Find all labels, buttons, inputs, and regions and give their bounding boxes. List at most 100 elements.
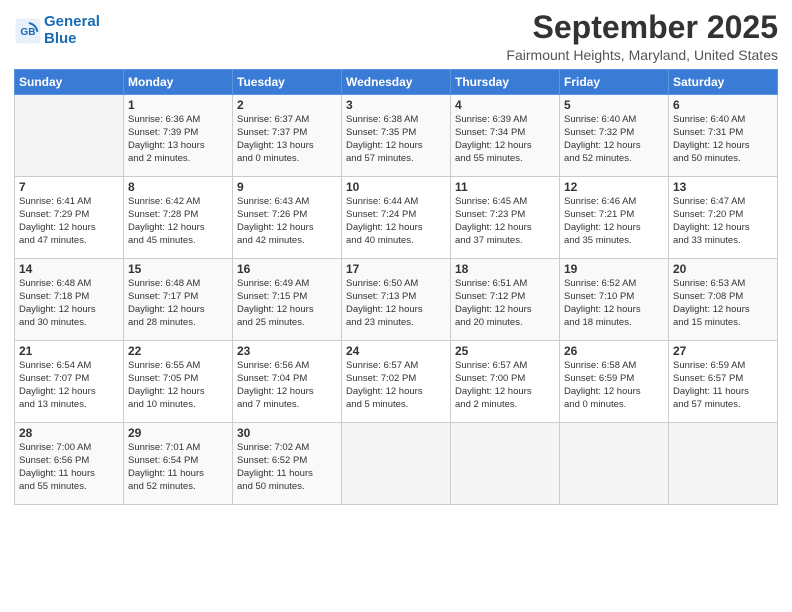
calendar-cell: 7 Sunrise: 6:41 AM Sunset: 7:29 PM Daylig… xyxy=(15,177,124,259)
day-number: 18 xyxy=(455,262,555,276)
day-number: 8 xyxy=(128,180,228,194)
day-number: 16 xyxy=(237,262,337,276)
page: GB General Blue September 2025 Fairmount… xyxy=(0,0,792,612)
cell-info: Sunrise: 6:44 AM Sunset: 7:24 PM Dayligh… xyxy=(346,196,446,247)
day-number: 9 xyxy=(237,180,337,194)
day-number: 2 xyxy=(237,98,337,112)
calendar-cell: 28 Sunrise: 7:00 AM Sunset: 6:56 PM Dayli… xyxy=(15,423,124,505)
day-number: 26 xyxy=(564,344,664,358)
day-number: 29 xyxy=(128,426,228,440)
cell-info: Sunrise: 6:51 AM Sunset: 7:12 PM Dayligh… xyxy=(455,278,555,329)
cell-info: Sunrise: 6:59 AM Sunset: 6:57 PM Dayligh… xyxy=(673,360,773,411)
cell-info: Sunrise: 6:58 AM Sunset: 6:59 PM Dayligh… xyxy=(564,360,664,411)
day-number: 28 xyxy=(19,426,119,440)
weekday-header-monday: Monday xyxy=(124,70,233,95)
cell-info: Sunrise: 6:42 AM Sunset: 7:28 PM Dayligh… xyxy=(128,196,228,247)
cell-info: Sunrise: 7:00 AM Sunset: 6:56 PM Dayligh… xyxy=(19,442,119,493)
calendar-cell: 5 Sunrise: 6:40 AM Sunset: 7:32 PM Daylig… xyxy=(560,95,669,177)
calendar-cell: 22 Sunrise: 6:55 AM Sunset: 7:05 PM Dayli… xyxy=(124,341,233,423)
weekday-header-thursday: Thursday xyxy=(451,70,560,95)
day-number: 30 xyxy=(237,426,337,440)
day-number: 25 xyxy=(455,344,555,358)
cell-info: Sunrise: 6:41 AM Sunset: 7:29 PM Dayligh… xyxy=(19,196,119,247)
calendar-cell: 17Sunrise: 6:50 AM Sunset: 7:13 PM Dayli… xyxy=(342,259,451,341)
day-number: 11 xyxy=(455,180,555,194)
week-row-2: 14Sunrise: 6:48 AM Sunset: 7:18 PM Dayli… xyxy=(15,259,778,341)
cell-info: Sunrise: 6:38 AM Sunset: 7:35 PM Dayligh… xyxy=(346,114,446,165)
calendar-cell: 4Sunrise: 6:39 AM Sunset: 7:34 PM Daylig… xyxy=(451,95,560,177)
calendar-cell: 2 Sunrise: 6:37 AM Sunset: 7:37 PM Daylig… xyxy=(233,95,342,177)
calendar-cell: 9Sunrise: 6:43 AM Sunset: 7:26 PM Daylig… xyxy=(233,177,342,259)
day-number: 13 xyxy=(673,180,773,194)
day-number: 19 xyxy=(564,262,664,276)
cell-info: Sunrise: 7:02 AM Sunset: 6:52 PM Dayligh… xyxy=(237,442,337,493)
header: GB General Blue September 2025 Fairmount… xyxy=(14,10,778,63)
cell-info: Sunrise: 6:49 AM Sunset: 7:15 PM Dayligh… xyxy=(237,278,337,329)
day-number: 12 xyxy=(564,180,664,194)
day-number: 22 xyxy=(128,344,228,358)
week-row-4: 28 Sunrise: 7:00 AM Sunset: 6:56 PM Dayli… xyxy=(15,423,778,505)
calendar-cell: 3 Sunrise: 6:38 AM Sunset: 7:35 PM Daylig… xyxy=(342,95,451,177)
cell-info: Sunrise: 6:40 AM Sunset: 7:32 PM Dayligh… xyxy=(564,114,664,165)
calendar-cell: 13 Sunrise: 6:47 AM Sunset: 7:20 PM Dayli… xyxy=(669,177,778,259)
week-row-1: 7 Sunrise: 6:41 AM Sunset: 7:29 PM Daylig… xyxy=(15,177,778,259)
day-number: 6 xyxy=(673,98,773,112)
weekday-header-wednesday: Wednesday xyxy=(342,70,451,95)
calendar-cell: 15 Sunrise: 6:48 AM Sunset: 7:17 PM Dayli… xyxy=(124,259,233,341)
cell-info: Sunrise: 6:50 AM Sunset: 7:13 PM Dayligh… xyxy=(346,278,446,329)
calendar-cell: 21 Sunrise: 6:54 AM Sunset: 7:07 PM Dayli… xyxy=(15,341,124,423)
location: Fairmount Heights, Maryland, United Stat… xyxy=(506,47,778,63)
weekday-header-row: SundayMondayTuesdayWednesdayThursdayFrid… xyxy=(15,70,778,95)
cell-info: Sunrise: 6:55 AM Sunset: 7:05 PM Dayligh… xyxy=(128,360,228,411)
calendar-cell: 6 Sunrise: 6:40 AM Sunset: 7:31 PM Daylig… xyxy=(669,95,778,177)
cell-info: Sunrise: 6:57 AM Sunset: 7:00 PM Dayligh… xyxy=(455,360,555,411)
calendar-cell: 11Sunrise: 6:45 AM Sunset: 7:23 PM Dayli… xyxy=(451,177,560,259)
day-number: 24 xyxy=(346,344,446,358)
weekday-header-saturday: Saturday xyxy=(669,70,778,95)
day-number: 7 xyxy=(19,180,119,194)
calendar-cell xyxy=(342,423,451,505)
calendar-cell: 19 Sunrise: 6:52 AM Sunset: 7:10 PM Dayli… xyxy=(560,259,669,341)
calendar-cell xyxy=(15,95,124,177)
calendar-cell xyxy=(451,423,560,505)
logo-icon: GB xyxy=(14,17,42,45)
cell-info: Sunrise: 7:01 AM Sunset: 6:54 PM Dayligh… xyxy=(128,442,228,493)
weekday-header-tuesday: Tuesday xyxy=(233,70,342,95)
calendar-cell xyxy=(669,423,778,505)
cell-info: Sunrise: 6:57 AM Sunset: 7:02 PM Dayligh… xyxy=(346,360,446,411)
cell-info: Sunrise: 6:47 AM Sunset: 7:20 PM Dayligh… xyxy=(673,196,773,247)
calendar-cell: 8 Sunrise: 6:42 AM Sunset: 7:28 PM Daylig… xyxy=(124,177,233,259)
calendar-cell: 1 Sunrise: 6:36 AM Sunset: 7:39 PM Daylig… xyxy=(124,95,233,177)
calendar-cell: 27 Sunrise: 6:59 AM Sunset: 6:57 PM Dayli… xyxy=(669,341,778,423)
cell-info: Sunrise: 6:48 AM Sunset: 7:17 PM Dayligh… xyxy=(128,278,228,329)
calendar-cell: 14Sunrise: 6:48 AM Sunset: 7:18 PM Dayli… xyxy=(15,259,124,341)
day-number: 3 xyxy=(346,98,446,112)
day-number: 5 xyxy=(564,98,664,112)
day-number: 27 xyxy=(673,344,773,358)
calendar-cell: 24 Sunrise: 6:57 AM Sunset: 7:02 PM Dayli… xyxy=(342,341,451,423)
logo: GB General Blue xyxy=(14,14,100,47)
month-title: September 2025 xyxy=(506,10,778,45)
calendar-cell: 18 Sunrise: 6:51 AM Sunset: 7:12 PM Dayli… xyxy=(451,259,560,341)
cell-info: Sunrise: 6:53 AM Sunset: 7:08 PM Dayligh… xyxy=(673,278,773,329)
cell-info: Sunrise: 6:54 AM Sunset: 7:07 PM Dayligh… xyxy=(19,360,119,411)
day-number: 21 xyxy=(19,344,119,358)
cell-info: Sunrise: 6:39 AM Sunset: 7:34 PM Dayligh… xyxy=(455,114,555,165)
cell-info: Sunrise: 6:56 AM Sunset: 7:04 PM Dayligh… xyxy=(237,360,337,411)
calendar-cell: 29 Sunrise: 7:01 AM Sunset: 6:54 PM Dayli… xyxy=(124,423,233,505)
calendar-cell: 10Sunrise: 6:44 AM Sunset: 7:24 PM Dayli… xyxy=(342,177,451,259)
logo-text: General Blue xyxy=(44,14,100,47)
calendar-table: SundayMondayTuesdayWednesdayThursdayFrid… xyxy=(14,69,778,505)
svg-text:GB: GB xyxy=(20,26,35,37)
weekday-header-friday: Friday xyxy=(560,70,669,95)
cell-info: Sunrise: 6:37 AM Sunset: 7:37 PM Dayligh… xyxy=(237,114,337,165)
day-number: 15 xyxy=(128,262,228,276)
cell-info: Sunrise: 6:40 AM Sunset: 7:31 PM Dayligh… xyxy=(673,114,773,165)
calendar-cell: 25 Sunrise: 6:57 AM Sunset: 7:00 PM Dayli… xyxy=(451,341,560,423)
calendar-cell: 26 Sunrise: 6:58 AM Sunset: 6:59 PM Dayli… xyxy=(560,341,669,423)
cell-info: Sunrise: 6:52 AM Sunset: 7:10 PM Dayligh… xyxy=(564,278,664,329)
cell-info: Sunrise: 6:36 AM Sunset: 7:39 PM Dayligh… xyxy=(128,114,228,165)
week-row-3: 21 Sunrise: 6:54 AM Sunset: 7:07 PM Dayli… xyxy=(15,341,778,423)
calendar-cell: 12Sunrise: 6:46 AM Sunset: 7:21 PM Dayli… xyxy=(560,177,669,259)
day-number: 1 xyxy=(128,98,228,112)
